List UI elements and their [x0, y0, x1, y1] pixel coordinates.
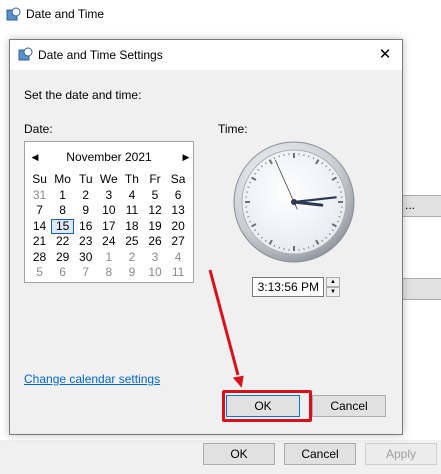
dialog-title: Date and Time Settings [38, 48, 163, 62]
calendar-day[interactable]: 31 [28, 188, 51, 204]
calendar-weekday-row: Su Mo Tu We Th Fr Sa [28, 172, 190, 188]
parent-titlebar: Date and Time [0, 0, 441, 30]
calendar-day[interactable]: 9 [120, 265, 143, 281]
parent-cancel-button[interactable]: Cancel [284, 443, 356, 465]
calendar-week-row: 14 15 16 17 18 19 20 [28, 218, 190, 235]
weekday-label: Su [32, 172, 47, 186]
calendar-day[interactable]: 11 [167, 265, 190, 281]
calendar-day[interactable]: 8 [51, 203, 74, 219]
calendar-day[interactable]: 17 [97, 219, 120, 235]
calendar-day[interactable]: 29 [51, 250, 74, 266]
calendar-day[interactable]: 3 [97, 188, 120, 204]
change-calendar-settings-link[interactable]: Change calendar settings [24, 372, 160, 386]
calendar-day[interactable]: 11 [120, 203, 143, 219]
calendar-week-row: 31 1 2 3 4 5 6 [28, 188, 190, 204]
calendar-day[interactable]: 13 [167, 203, 190, 219]
calendar-week-row: 7 8 9 10 11 12 13 [28, 203, 190, 219]
instruction-label: Set the date and time: [24, 88, 142, 102]
calendar-day[interactable]: 30 [74, 250, 97, 266]
spin-up-icon[interactable]: ▲ [326, 277, 340, 287]
calendar-week-row: 28 29 30 1 2 3 4 [28, 250, 190, 266]
calendar-day[interactable]: 22 [51, 234, 74, 250]
calendar-day[interactable]: 2 [120, 250, 143, 266]
dialog-titlebar: Date and Time Settings ✕ [10, 40, 402, 70]
calendar-day[interactable]: 4 [167, 250, 190, 266]
calendar-day[interactable]: 1 [51, 188, 74, 204]
date-time-icon [18, 47, 33, 61]
calendar-day[interactable]: 2 [74, 188, 97, 204]
calendar-day-selected[interactable]: 15 [51, 218, 75, 234]
calendar-day[interactable]: 18 [120, 219, 143, 235]
parent-side-button[interactable] [402, 278, 441, 300]
calendar-day[interactable]: 23 [74, 234, 97, 250]
calendar-day[interactable]: 14 [28, 219, 51, 235]
calendar-day[interactable]: 6 [51, 265, 74, 281]
calendar-day[interactable]: 7 [28, 203, 51, 219]
parent-ok-button[interactable]: OK [203, 443, 275, 465]
calendar-grid: Su Mo Tu We Th Fr Sa 31 1 2 3 4 5 6 7 8 9 10 11 12 13 14 15 16 1… [28, 172, 190, 281]
calendar-day[interactable]: 26 [143, 234, 166, 250]
clock-center [291, 199, 297, 205]
calendar-day[interactable]: 8 [97, 265, 120, 281]
ok-highlight-box [222, 390, 312, 422]
chevron-left-icon[interactable]: ◀ [28, 150, 42, 164]
weekday-label: Th [124, 172, 139, 186]
analog-clock [233, 141, 355, 263]
chevron-right-icon[interactable]: ▶ [179, 150, 193, 164]
date-time-icon [6, 7, 21, 21]
calendar-day[interactable]: 5 [143, 188, 166, 204]
calendar-month-year[interactable]: November 2021 [41, 150, 177, 164]
date-label: Date: [24, 122, 53, 136]
calendar-day[interactable]: 10 [97, 203, 120, 219]
close-icon[interactable]: ✕ [374, 44, 396, 66]
spin-down-icon[interactable]: ▼ [326, 287, 340, 297]
time-input[interactable]: 3:13:56 PM [252, 277, 324, 297]
cancel-button[interactable]: Cancel [312, 395, 386, 417]
calendar-week-row: 21 22 23 24 25 26 27 [28, 234, 190, 250]
calendar-day[interactable]: 4 [120, 188, 143, 204]
parent-apply-button: Apply [365, 443, 437, 465]
calendar-day[interactable]: 1 [97, 250, 120, 266]
calendar-day[interactable]: 21 [28, 234, 51, 250]
calendar-day[interactable]: 6 [167, 188, 190, 204]
calendar-day[interactable]: 9 [74, 203, 97, 219]
calendar-day[interactable]: 28 [28, 250, 51, 266]
calendar-day[interactable]: 19 [143, 219, 166, 235]
calendar-day[interactable]: 16 [74, 219, 97, 235]
calendar-day[interactable]: 10 [143, 265, 166, 281]
calendar-day[interactable]: 12 [143, 203, 166, 219]
calendar-day[interactable]: 24 [97, 234, 120, 250]
calendar-day[interactable]: 7 [74, 265, 97, 281]
date-time-settings-dialog: Date and Time Settings ✕ Set the date an… [9, 39, 403, 435]
weekday-label: Mo [54, 172, 71, 186]
calendar-day[interactable]: 5 [28, 265, 51, 281]
time-label: Time: [218, 122, 248, 136]
calendar-day[interactable]: 27 [167, 234, 190, 250]
calendar-day[interactable]: 3 [143, 250, 166, 266]
parent-change-button[interactable]: ... [402, 195, 441, 217]
weekday-label: Sa [170, 172, 186, 186]
calendar: ◀ November 2021 ▶ Su Mo Tu We Th Fr Sa 31 1 2 3 4 5 6… [24, 141, 194, 283]
calendar-day[interactable]: 20 [167, 219, 190, 235]
weekday-label: Fr [149, 172, 161, 186]
weekday-label: Tu [78, 172, 93, 186]
calendar-header: ◀ November 2021 ▶ [25, 150, 193, 166]
calendar-week-row: 5 6 7 8 9 10 11 [28, 265, 190, 281]
calendar-day[interactable]: 25 [120, 234, 143, 250]
parent-title: Date and Time [26, 7, 105, 21]
weekday-label: We [99, 172, 118, 186]
